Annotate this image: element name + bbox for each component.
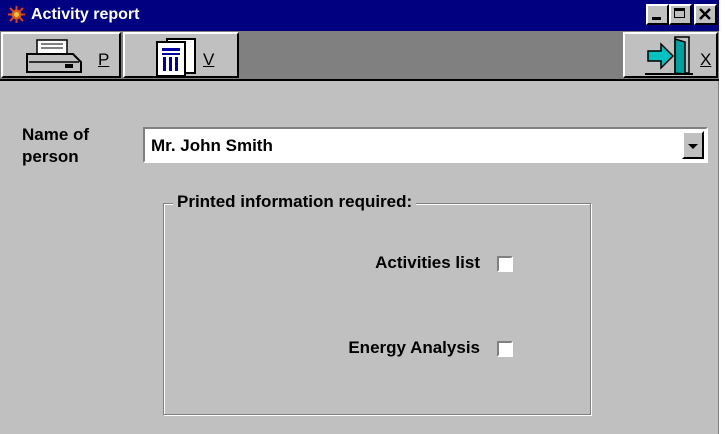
minimize-button[interactable] [646,4,669,25]
activity-report-window: Activity report P V X Name of person Mr.… [0,0,719,434]
printer-icon [26,39,82,73]
print-button[interactable]: P [1,32,121,78]
window-title: Activity report [31,6,140,23]
view-button[interactable]: V [123,32,239,78]
chevron-down-icon [688,144,698,149]
printed-information-group [163,203,591,415]
app-icon [8,6,25,23]
exit-button[interactable]: X [623,32,718,78]
name-of-person-label: Name of person [22,125,90,166]
person-name-value: Mr. John Smith [151,136,273,155]
exit-door-icon [645,36,693,75]
title-bar[interactable]: Activity report [0,0,719,31]
maximize-button[interactable] [669,4,692,25]
print-hotkey-label: P [98,50,110,69]
printed-information-group-title: Printed information required: [173,192,417,212]
activities-list-label: Activities list [375,253,480,272]
dropdown-button[interactable] [682,131,704,159]
energy-analysis-checkbox[interactable] [497,341,513,357]
energy-analysis-label: Energy Analysis [348,338,480,357]
person-name-dropdown[interactable]: Mr. John Smith [143,127,708,163]
exit-hotkey-label: X [700,50,712,69]
document-view-icon [156,38,196,76]
activities-list-checkbox[interactable] [497,256,513,272]
toolbar: P V X [0,31,719,81]
minimize-icon [652,17,661,20]
close-button[interactable] [694,4,717,25]
maximize-icon [674,8,685,18]
view-hotkey-label: V [203,50,215,69]
close-icon [699,8,711,20]
